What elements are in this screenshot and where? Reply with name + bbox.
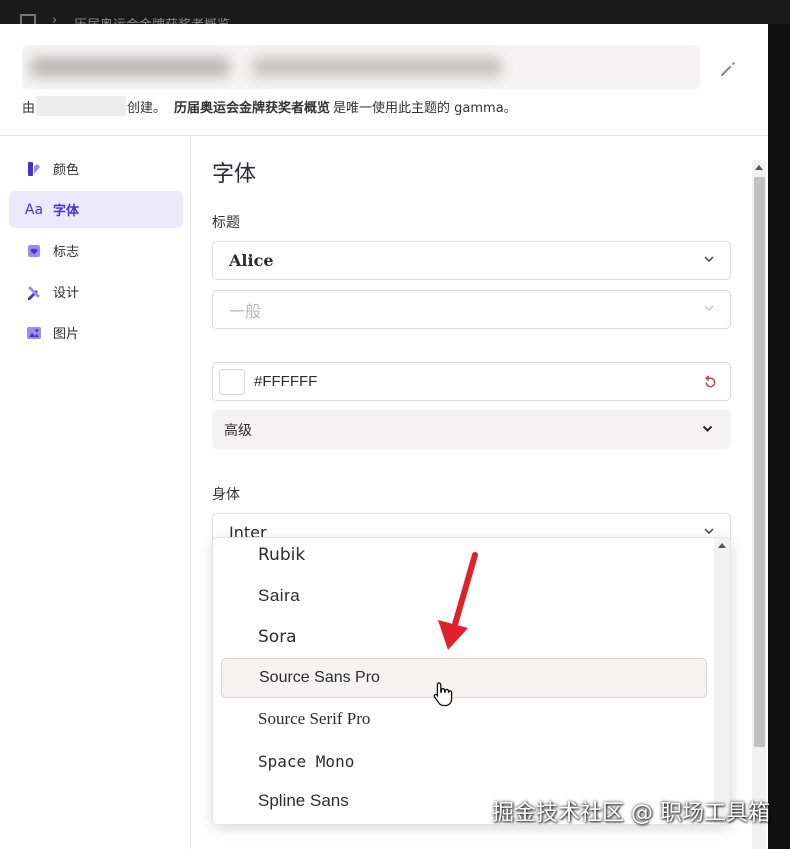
chevron-down-icon: [702, 425, 713, 432]
sidebar-item-colors[interactable]: 颜色: [9, 150, 183, 187]
sidebar-item-fonts[interactable]: Aa 字体: [9, 191, 183, 228]
redacted-text: [252, 57, 502, 77]
chevron-down-icon: [704, 305, 714, 312]
chevron-down-icon: [704, 256, 714, 263]
watermark: 掘金技术社区 @ 职场工具箱: [492, 801, 770, 826]
panel-scrollbar[interactable]: [752, 160, 766, 849]
heading-label: 标题: [212, 215, 240, 231]
top-bar: › 历届奥运会金牌获奖者概览: [0, 0, 790, 24]
redacted-text: [30, 57, 230, 77]
font-option-source-serif-pro[interactable]: Source Serif Pro: [221, 699, 707, 739]
heading-weight-select[interactable]: 一般: [212, 290, 731, 329]
red-arrow-icon: [438, 552, 478, 650]
scroll-up-icon[interactable]: [718, 543, 726, 548]
palette-icon: [25, 160, 43, 178]
font-option-space-mono[interactable]: Space Mono: [221, 741, 707, 781]
sidebar-item-design[interactable]: 设计: [9, 273, 183, 310]
pencil-icon[interactable]: [716, 57, 740, 81]
heading-color-field[interactable]: #FFFFFF: [212, 362, 731, 401]
created-by-text: 由 创建。 历届奥运会金牌获奖者概览 是唯一使用此主题的 gamma。: [22, 96, 517, 116]
heading-font-select[interactable]: Alice: [212, 241, 731, 280]
scrollbar-thumb[interactable]: [754, 177, 765, 747]
hand-cursor-icon: [433, 682, 453, 707]
logo-icon: [25, 242, 43, 260]
color-swatch[interactable]: [219, 368, 245, 395]
body-label: 身体: [212, 487, 240, 503]
redacted-author: [36, 96, 127, 116]
breadcrumb-separator-icon: ›: [52, 13, 58, 24]
reset-icon[interactable]: [703, 375, 718, 390]
home-icon[interactable]: [20, 14, 36, 24]
sidebar-item-logo[interactable]: 标志: [9, 232, 183, 269]
breadcrumb[interactable]: 历届奥运会金牌获奖者概览: [74, 14, 230, 24]
sidebar-item-images[interactable]: 图片: [9, 314, 183, 351]
image-icon: [25, 324, 43, 342]
advanced-toggle[interactable]: 高级: [212, 410, 731, 449]
theme-name-field[interactable]: [22, 45, 700, 89]
section-title: 字体: [212, 162, 257, 187]
sidebar: 颜色 Aa 字体 标志 设计 图片: [0, 136, 191, 849]
font-option-source-sans-pro[interactable]: Source Sans Pro: [221, 658, 707, 698]
chevron-down-icon: [704, 528, 714, 535]
theme-name-bold: 历届奥运会金牌获奖者概览: [174, 100, 331, 116]
scroll-up-icon[interactable]: [755, 165, 763, 170]
design-icon: [25, 283, 43, 301]
font-icon: Aa: [24, 201, 44, 218]
dropdown-scrollbar[interactable]: [714, 538, 730, 824]
